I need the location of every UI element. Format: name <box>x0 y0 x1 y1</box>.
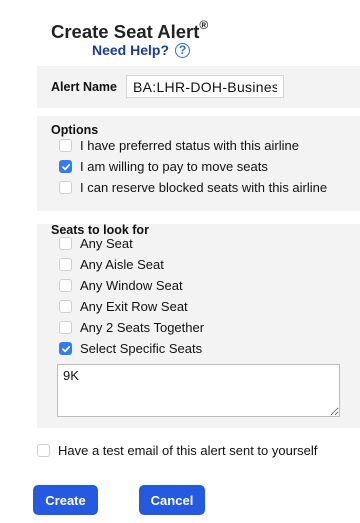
checkbox[interactable] <box>59 160 72 173</box>
need-help-link[interactable]: Need Help? ? <box>92 42 191 58</box>
checkbox[interactable] <box>37 444 50 457</box>
option-reserve-blocked[interactable]: I can reserve blocked seats with this ai… <box>59 180 327 195</box>
checkbox[interactable] <box>59 279 72 292</box>
seat-option-label: Any Seat <box>80 236 133 251</box>
seat-select-specific[interactable]: Select Specific Seats <box>59 341 202 356</box>
checkbox[interactable] <box>59 237 72 250</box>
seat-option-label: Any Window Seat <box>80 278 183 293</box>
checkbox[interactable] <box>59 258 72 271</box>
test-email-option[interactable]: Have a test email of this alert sent to … <box>37 443 317 458</box>
seat-any-exit-row[interactable]: Any Exit Row Seat <box>59 299 188 314</box>
seat-any-aisle[interactable]: Any Aisle Seat <box>59 257 164 272</box>
alert-name-label: Alert Name <box>51 80 117 94</box>
alert-name-input[interactable] <box>126 75 284 98</box>
checkbox[interactable] <box>59 321 72 334</box>
seats-label: Seats to look for <box>51 223 149 237</box>
options-label: Options <box>51 123 99 137</box>
seat-option-label: Any Exit Row Seat <box>80 299 188 314</box>
seat-option-label: Select Specific Seats <box>80 341 203 356</box>
page-title-text: Create Seat Alert <box>51 21 200 43</box>
page-title: Create Seat Alert® <box>51 18 209 43</box>
checkbox[interactable] <box>59 181 72 194</box>
options-section: Options I have preferred status with thi… <box>37 116 360 211</box>
seat-option-label: Any 2 Seats Together <box>80 320 205 335</box>
seat-option-label: Any Aisle Seat <box>80 257 164 272</box>
seats-section: Seats to look for Any Seat Any Aisle Sea… <box>37 223 360 428</box>
option-label: I am willing to pay to move seats <box>80 159 268 174</box>
checkbox[interactable] <box>59 139 72 152</box>
need-help-label: Need Help? <box>92 42 170 58</box>
test-email-label: Have a test email of this alert sent to … <box>58 443 318 458</box>
option-label: I can reserve blocked seats with this ai… <box>80 180 328 195</box>
checkbox[interactable] <box>59 300 72 313</box>
seat-any[interactable]: Any Seat <box>59 236 133 251</box>
question-circle-icon[interactable]: ? <box>175 42 191 58</box>
seat-any-window[interactable]: Any Window Seat <box>59 278 183 293</box>
option-pay-to-move[interactable]: I am willing to pay to move seats <box>59 159 268 174</box>
specific-seats-textarea[interactable]: 9K <box>57 364 340 417</box>
create-button[interactable]: Create <box>33 485 98 515</box>
checkbox[interactable] <box>59 342 72 355</box>
cancel-button[interactable]: Cancel <box>139 485 205 515</box>
option-label: I have preferred status with this airlin… <box>80 138 299 153</box>
registered-mark: ® <box>199 18 209 32</box>
alert-name-section: Alert Name <box>37 66 360 108</box>
option-preferred-status[interactable]: I have preferred status with this airlin… <box>59 138 299 153</box>
seat-any-two-together[interactable]: Any 2 Seats Together <box>59 320 204 335</box>
